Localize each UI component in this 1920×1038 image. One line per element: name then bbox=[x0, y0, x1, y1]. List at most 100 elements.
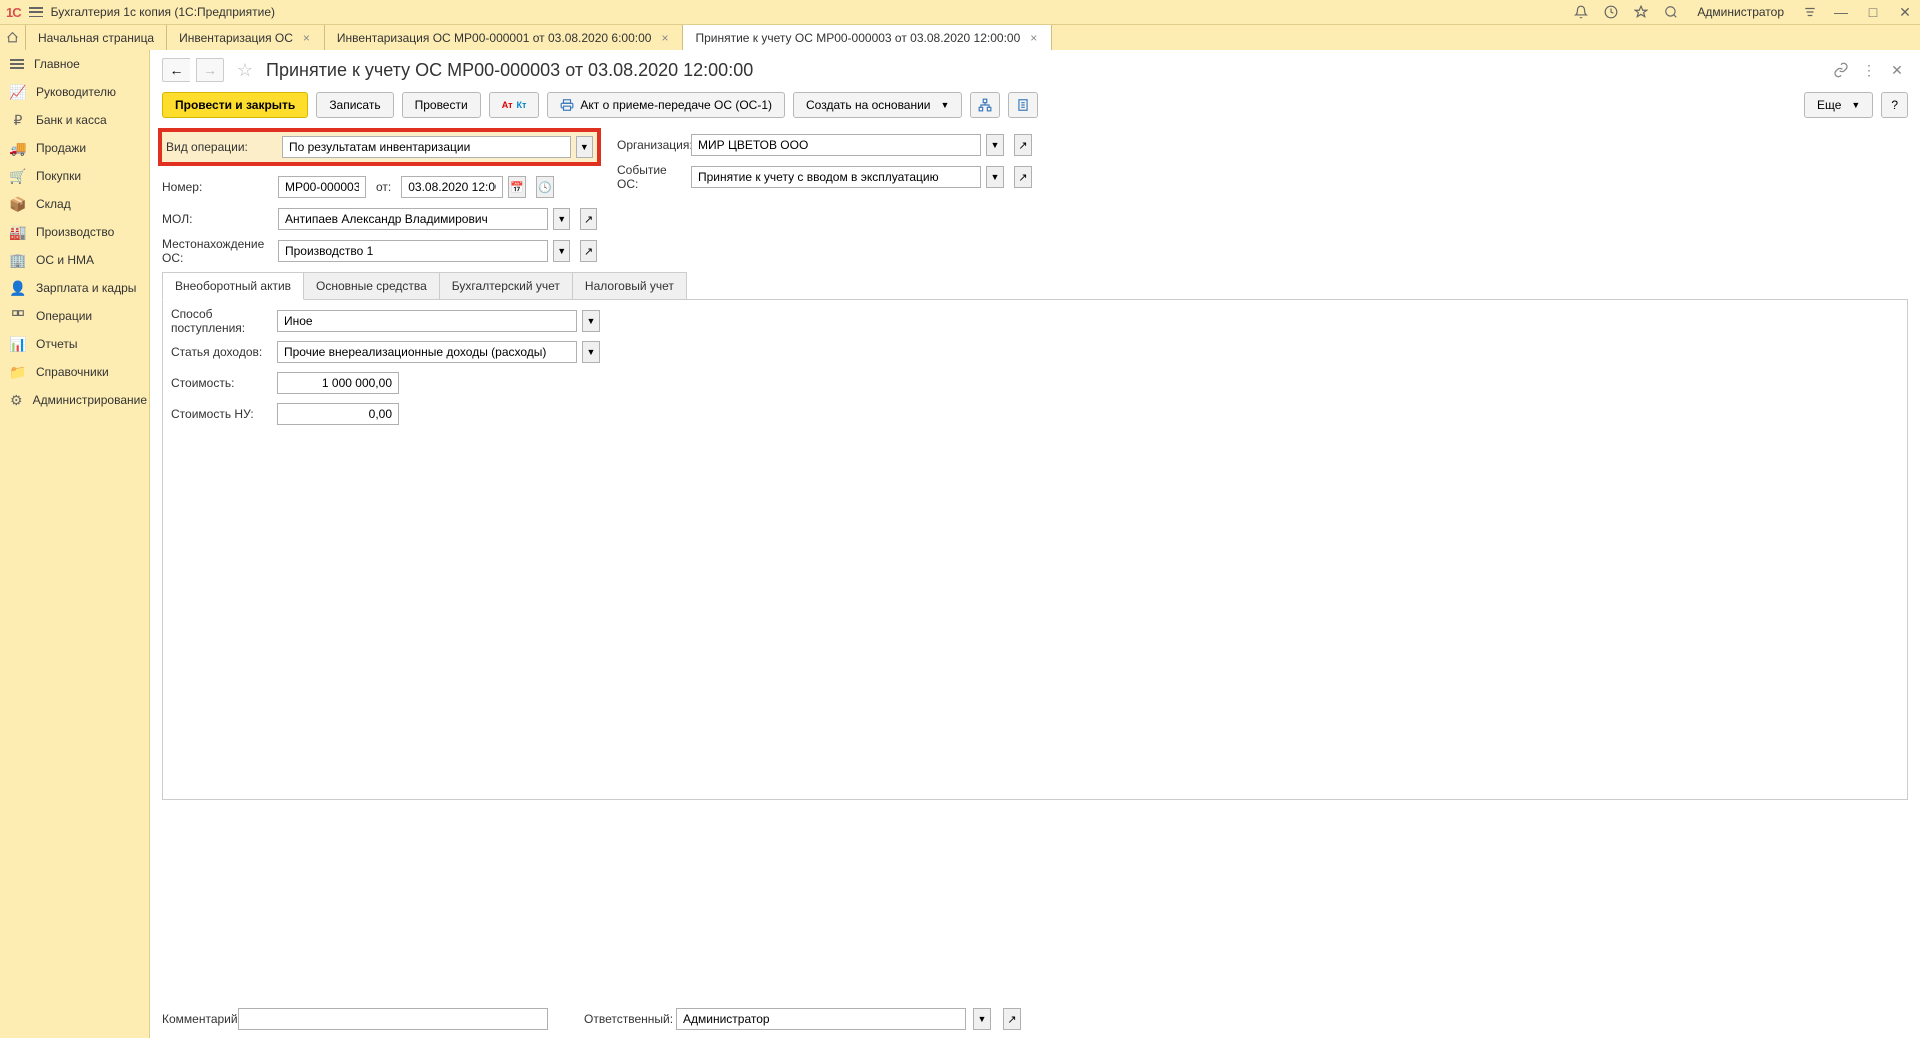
hamburger-icon[interactable] bbox=[29, 5, 43, 19]
sidebar-item-purchases[interactable]: 🛒Покупки bbox=[0, 162, 149, 190]
date-input[interactable] bbox=[401, 176, 503, 198]
cost-nu-input[interactable] bbox=[277, 403, 399, 425]
op-type-label: Вид операции: bbox=[166, 140, 276, 154]
kebab-icon[interactable]: ⋮ bbox=[1858, 59, 1880, 81]
sidebar-menu[interactable]: Главное bbox=[0, 50, 149, 78]
tree-icon bbox=[978, 98, 992, 112]
favorite-star[interactable]: ☆ bbox=[234, 59, 256, 81]
location-input[interactable] bbox=[278, 240, 548, 262]
sidebar-item-bank[interactable]: ₽Банк и касса bbox=[0, 106, 149, 134]
subtab-accounting[interactable]: Бухгалтерский учет bbox=[439, 272, 573, 299]
dt-kt-button[interactable]: АтКт bbox=[489, 92, 540, 118]
window-title: Бухгалтерия 1с копия (1С:Предприятие) bbox=[51, 5, 275, 19]
sidebar-item-label: Руководителю bbox=[36, 85, 116, 99]
cost-input[interactable] bbox=[277, 372, 399, 394]
close-window-button[interactable]: ✕ bbox=[1896, 3, 1914, 21]
star-icon[interactable] bbox=[1633, 4, 1649, 20]
settings-icon[interactable] bbox=[1802, 4, 1818, 20]
open-button[interactable]: ↗ bbox=[580, 240, 597, 262]
sidebar-item-operations[interactable]: Операции bbox=[0, 302, 149, 330]
nav-forward-button[interactable]: → bbox=[196, 58, 224, 82]
open-button[interactable]: ↗ bbox=[1014, 166, 1032, 188]
op-type-input[interactable] bbox=[282, 136, 571, 158]
subtab-fixed-asset[interactable]: Внеоборотный актив bbox=[162, 272, 304, 300]
open-button[interactable]: ↗ bbox=[1003, 1008, 1021, 1030]
tab-home[interactable]: Начальная страница bbox=[26, 25, 167, 50]
tab-acceptance-doc[interactable]: Принятие к учету ОС МР00-000003 от 03.08… bbox=[683, 25, 1052, 51]
post-button[interactable]: Провести bbox=[402, 92, 481, 118]
sidebar-item-label: ОС и НМА bbox=[36, 253, 94, 267]
org-input[interactable] bbox=[691, 134, 981, 156]
home-icon[interactable] bbox=[0, 25, 26, 50]
number-input[interactable] bbox=[278, 176, 366, 198]
income-input[interactable] bbox=[277, 341, 577, 363]
open-button[interactable]: ↗ bbox=[580, 208, 597, 230]
dropdown-button[interactable]: ▼ bbox=[582, 341, 600, 363]
print-act-button[interactable]: Акт о приеме-передаче ОС (ОС-1) bbox=[547, 92, 785, 118]
open-button[interactable]: ↗ bbox=[1014, 134, 1032, 156]
subtab-tax[interactable]: Налоговый учет bbox=[572, 272, 687, 299]
close-icon[interactable]: × bbox=[659, 31, 670, 45]
dropdown-button[interactable]: ▼ bbox=[986, 134, 1004, 156]
dropdown-button[interactable]: ▼ bbox=[553, 208, 570, 230]
tab-label: Начальная страница bbox=[38, 31, 154, 45]
close-page-button[interactable]: ✕ bbox=[1886, 59, 1908, 81]
sidebar-item-manager[interactable]: 📈Руководителю bbox=[0, 78, 149, 106]
content: ← → ☆ Принятие к учету ОС МР00-000003 от… bbox=[150, 50, 1920, 1038]
responsible-input[interactable] bbox=[676, 1008, 966, 1030]
sidebar-item-label: Продажи bbox=[36, 141, 86, 155]
clock-button[interactable]: 🕓 bbox=[536, 176, 554, 198]
list-button[interactable] bbox=[1008, 92, 1038, 118]
sidebar-item-production[interactable]: 🏭Производство bbox=[0, 218, 149, 246]
dropdown-button[interactable]: ▼ bbox=[553, 240, 570, 262]
sidebar-item-label: Операции bbox=[36, 309, 92, 323]
history-icon[interactable] bbox=[1603, 4, 1619, 20]
gear-icon: ⚙ bbox=[10, 392, 23, 408]
comment-input[interactable] bbox=[238, 1008, 548, 1030]
sidebar-item-reports[interactable]: 📊 Отчеты bbox=[0, 330, 149, 358]
bars-icon: 📊 bbox=[10, 336, 26, 352]
user-label[interactable]: Администратор bbox=[1693, 5, 1788, 19]
dropdown-button[interactable]: ▼ bbox=[582, 310, 600, 332]
sidebar-item-assets[interactable]: 🏢ОС и НМА bbox=[0, 246, 149, 274]
responsible-label: Ответственный: bbox=[584, 1012, 668, 1026]
sidebar-item-label: Главное bbox=[34, 57, 80, 71]
search-icon[interactable] bbox=[1663, 4, 1679, 20]
link-icon[interactable] bbox=[1830, 59, 1852, 81]
subtab-main-assets[interactable]: Основные средства bbox=[303, 272, 440, 299]
create-based-button[interactable]: Создать на основании▼ bbox=[793, 92, 962, 118]
sidebar-item-refs[interactable]: 📁Справочники bbox=[0, 358, 149, 386]
from-label: от: bbox=[372, 180, 395, 194]
structure-button[interactable] bbox=[970, 92, 1000, 118]
sidebar: Главное 📈Руководителю ₽Банк и касса 🚚Про… bbox=[0, 50, 150, 1038]
maximize-button[interactable]: □ bbox=[1864, 3, 1882, 21]
button-label: Создать на основании bbox=[806, 98, 931, 112]
sidebar-item-label: Справочники bbox=[36, 365, 109, 379]
chevron-down-icon: ▼ bbox=[1851, 100, 1860, 110]
more-button[interactable]: Еще▼ bbox=[1804, 92, 1873, 118]
sidebar-item-warehouse[interactable]: 📦Склад bbox=[0, 190, 149, 218]
help-button[interactable]: ? bbox=[1881, 92, 1908, 118]
mol-input[interactable] bbox=[278, 208, 548, 230]
sidebar-item-sales[interactable]: 🚚Продажи bbox=[0, 134, 149, 162]
dropdown-button[interactable]: ▼ bbox=[973, 1008, 991, 1030]
post-and-close-button[interactable]: Провести и закрыть bbox=[162, 92, 308, 118]
nav-back-button[interactable]: ← bbox=[162, 58, 190, 82]
bell-icon[interactable] bbox=[1573, 4, 1589, 20]
sidebar-item-admin[interactable]: ⚙Администрирование bbox=[0, 386, 149, 414]
highlighted-field: Вид операции: ▼ bbox=[158, 128, 601, 166]
minimize-button[interactable]: — bbox=[1832, 3, 1850, 21]
printer-icon bbox=[560, 98, 574, 112]
dropdown-button[interactable]: ▼ bbox=[576, 136, 593, 158]
calendar-button[interactable]: 📅 bbox=[508, 176, 526, 198]
method-input[interactable] bbox=[277, 310, 577, 332]
event-input[interactable] bbox=[691, 166, 981, 188]
tab-inventory-doc[interactable]: Инвентаризация ОС МР00-000001 от 03.08.2… bbox=[325, 25, 684, 50]
close-icon[interactable]: × bbox=[1028, 31, 1039, 45]
sidebar-item-hr[interactable]: 👤Зарплата и кадры bbox=[0, 274, 149, 302]
dropdown-button[interactable]: ▼ bbox=[986, 166, 1004, 188]
sidebar-item-label: Отчеты bbox=[36, 337, 77, 351]
save-button[interactable]: Записать bbox=[316, 92, 393, 118]
tab-inventory[interactable]: Инвентаризация ОС× bbox=[167, 25, 325, 50]
close-icon[interactable]: × bbox=[301, 31, 312, 45]
